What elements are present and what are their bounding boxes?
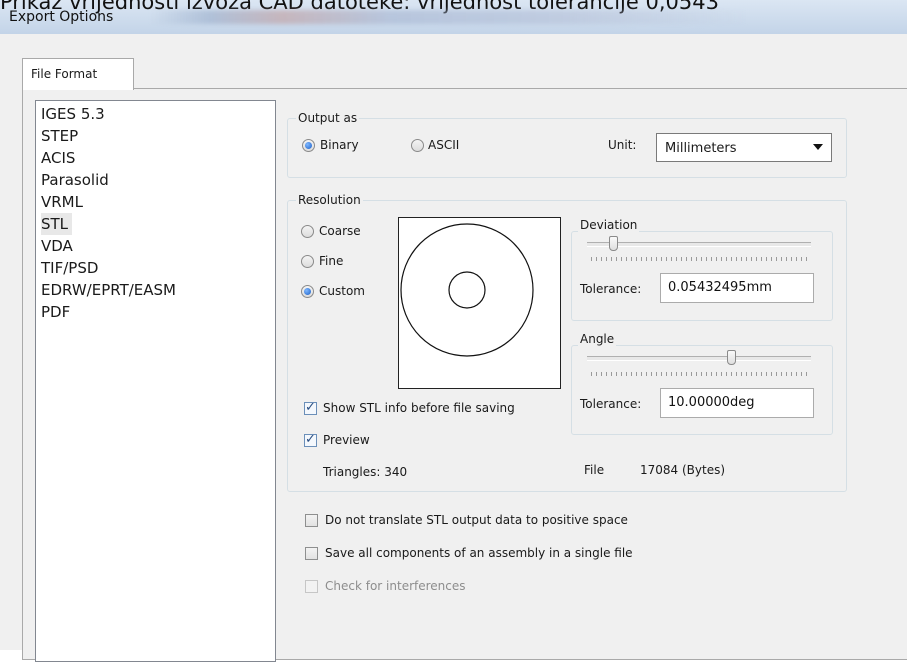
- custom-label[interactable]: Custom: [319, 284, 365, 298]
- deviation-label: Deviation: [578, 218, 640, 232]
- concentric-circles-icon: [400, 223, 534, 357]
- deviation-tolerance-input[interactable]: 0.05432495mm: [660, 273, 814, 303]
- check-interferences-checkbox[interactable]: [305, 580, 318, 593]
- ascii-label[interactable]: ASCII: [428, 138, 459, 152]
- window-title: Export Options: [9, 9, 114, 25]
- format-item-vda[interactable]: VDA: [41, 235, 73, 257]
- file-format-list[interactable]: IGES 5.3 STEP ACIS Parasolid VRML STL VD…: [35, 100, 276, 662]
- check-interferences-label[interactable]: Check for interferences: [325, 579, 466, 593]
- unit-dropdown[interactable]: Millimeters: [656, 133, 832, 162]
- format-item-parasolid[interactable]: Parasolid: [41, 169, 109, 191]
- format-item-vrml[interactable]: VRML: [41, 191, 83, 213]
- save-components-label[interactable]: Save all components of an assembly in a …: [325, 546, 633, 560]
- format-item-tif-psd[interactable]: TIF/PSD: [41, 257, 98, 279]
- no-translate-checkbox[interactable]: [305, 514, 318, 527]
- deviation-slider-ticks: [591, 257, 809, 261]
- fine-radio[interactable]: [301, 255, 314, 268]
- deviation-slider-track[interactable]: [587, 242, 811, 247]
- angle-label: Angle: [578, 332, 617, 346]
- binary-radio[interactable]: [302, 139, 315, 152]
- coarse-label[interactable]: Coarse: [319, 224, 361, 238]
- preview-label[interactable]: Preview: [323, 433, 370, 447]
- file-size-value: 17084 (Bytes): [640, 463, 726, 477]
- format-item-stl[interactable]: STL: [41, 213, 73, 235]
- deviation-tolerance-label: Tolerance:: [580, 282, 642, 296]
- file-size-label: File: [584, 463, 605, 477]
- tab-file-format[interactable]: File Format: [22, 58, 134, 90]
- angle-slider-ticks: [591, 372, 809, 376]
- no-translate-label[interactable]: Do not translate STL output data to posi…: [325, 513, 628, 527]
- custom-radio[interactable]: [301, 285, 314, 298]
- angle-tolerance-label: Tolerance:: [580, 397, 642, 411]
- checkmark-icon: ✓: [305, 400, 316, 415]
- preview-checkbox[interactable]: ✓: [304, 432, 317, 447]
- resolution-label: Resolution: [296, 193, 363, 207]
- blurred-taskbar-strip: [150, 10, 750, 24]
- angle-tolerance-input[interactable]: 10.00000deg: [660, 388, 814, 418]
- show-info-checkbox[interactable]: ✓: [304, 400, 317, 415]
- format-item-iges[interactable]: IGES 5.3: [41, 103, 105, 125]
- format-item-step[interactable]: STEP: [41, 125, 78, 147]
- unit-label: Unit:: [608, 138, 637, 152]
- angle-slider-thumb[interactable]: [726, 350, 736, 365]
- triangles-count: Triangles: 340: [323, 465, 408, 479]
- coarse-radio[interactable]: [301, 225, 314, 238]
- show-info-label[interactable]: Show STL info before file saving: [323, 401, 515, 415]
- format-item-pdf[interactable]: PDF: [41, 301, 70, 323]
- deviation-slider-thumb[interactable]: [608, 236, 618, 251]
- fine-label[interactable]: Fine: [319, 254, 343, 268]
- unit-value: Millimeters: [665, 141, 737, 156]
- format-item-acis[interactable]: ACIS: [41, 147, 75, 169]
- format-item-edrw[interactable]: EDRW/EPRT/EASM: [41, 279, 176, 301]
- output-as-label: Output as: [296, 111, 360, 125]
- ascii-radio[interactable]: [411, 139, 424, 152]
- checkmark-icon: ✓: [305, 432, 316, 447]
- angle-slider-track[interactable]: [587, 356, 811, 361]
- binary-label[interactable]: Binary: [320, 138, 359, 152]
- chevron-down-icon: [813, 144, 823, 150]
- save-components-checkbox[interactable]: [305, 547, 318, 560]
- preview-canvas: [398, 217, 561, 389]
